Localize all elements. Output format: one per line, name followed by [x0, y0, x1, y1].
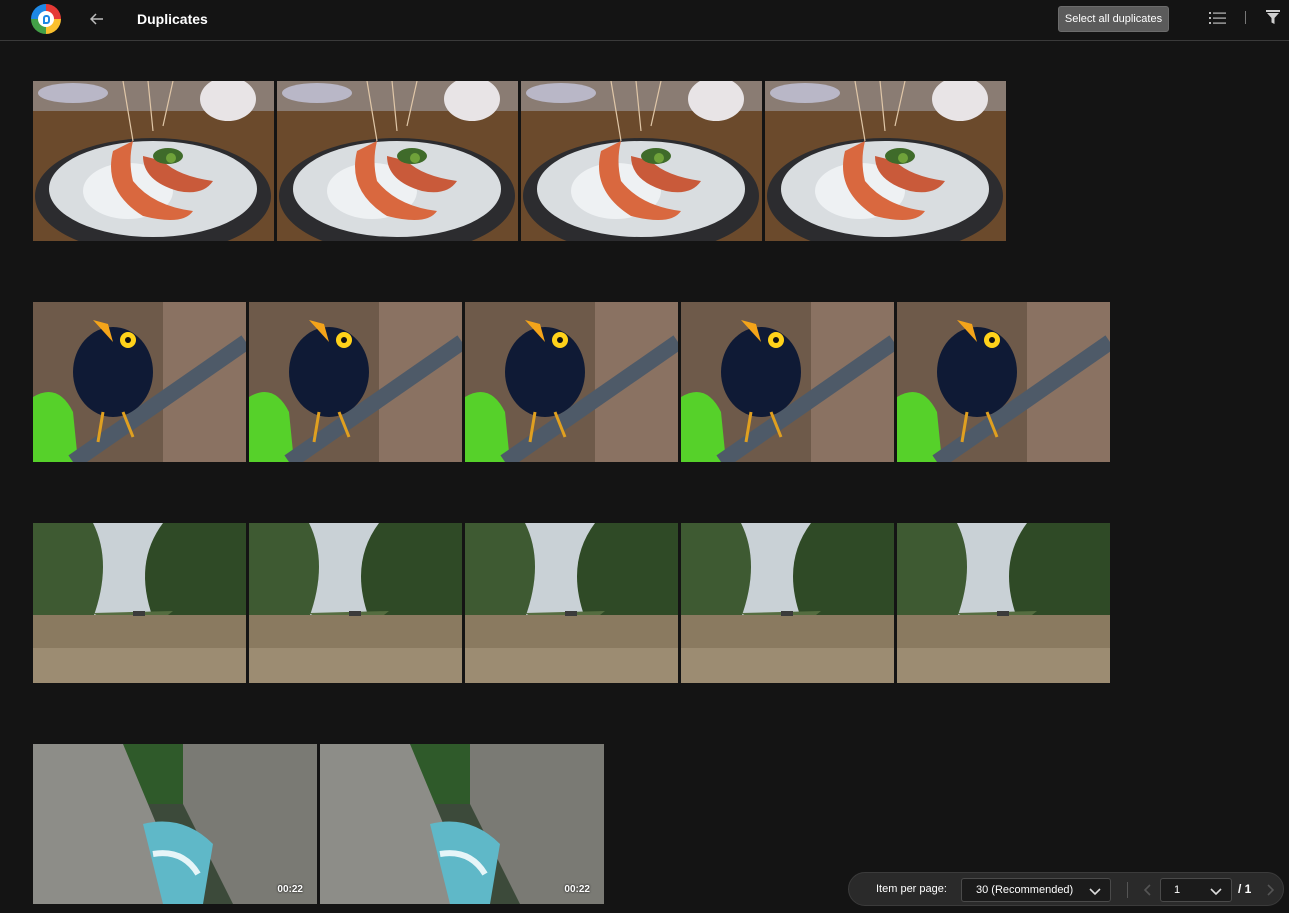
photo-thumbnail[interactable] [897, 302, 1110, 462]
chevron-left-icon [1143, 884, 1151, 896]
chevron-right-icon [1267, 884, 1275, 896]
photo-thumbnail[interactable] [249, 523, 462, 683]
gorge-video-frame [320, 744, 604, 904]
back-button[interactable] [86, 8, 108, 30]
bird-photo [897, 302, 1110, 462]
photo-thumbnail[interactable] [681, 523, 894, 683]
chevron-down-icon [1210, 888, 1222, 896]
shrimp-photo [765, 81, 1006, 241]
previous-page-button[interactable] [1141, 882, 1155, 898]
duplicate-group-gorge: 00:22 00:22 [33, 744, 604, 904]
duplicate-group-river [33, 523, 1110, 683]
video-thumbnail[interactable]: 00:22 [33, 744, 317, 904]
video-duration: 00:22 [564, 884, 590, 895]
app-logo-icon[interactable] [31, 4, 61, 34]
river-photo [249, 523, 462, 683]
gorge-video-frame [33, 744, 317, 904]
arrow-left-icon [90, 13, 103, 25]
shrimp-photo [521, 81, 762, 241]
video-duration: 00:22 [277, 884, 303, 895]
photo-thumbnail[interactable] [465, 302, 678, 462]
items-per-page-value: 30 (Recommended) [976, 884, 1074, 896]
next-page-button[interactable] [1263, 882, 1277, 898]
pager-divider [1127, 882, 1128, 898]
photo-thumbnail[interactable] [33, 302, 246, 462]
bird-photo [249, 302, 462, 462]
photo-thumbnail[interactable] [465, 523, 678, 683]
river-photo [681, 523, 894, 683]
current-page-value: 1 [1174, 884, 1181, 896]
photo-thumbnail[interactable] [765, 81, 1006, 241]
pagination-bar: Item per page: 30 (Recommended) 1 / 1 [848, 872, 1284, 906]
photo-thumbnail[interactable] [681, 302, 894, 462]
chevron-down-icon [1089, 888, 1101, 896]
river-photo [33, 523, 246, 683]
photo-thumbnail[interactable] [521, 81, 762, 241]
page-number-select[interactable]: 1 [1160, 878, 1232, 902]
photo-thumbnail[interactable] [33, 523, 246, 683]
shrimp-photo [33, 81, 274, 241]
river-photo [465, 523, 678, 683]
items-per-page-label: Item per page: [876, 883, 947, 895]
filter-icon [1266, 10, 1280, 24]
shrimp-photo [277, 81, 518, 241]
photo-thumbnail[interactable] [33, 81, 274, 241]
items-per-page-select[interactable]: 30 (Recommended) [961, 878, 1111, 902]
select-all-duplicates-button[interactable]: Select all duplicates [1058, 6, 1169, 32]
list-view-icon [1209, 12, 1226, 24]
toolbar-divider [1245, 11, 1246, 24]
top-bar: Duplicates Select all duplicates [0, 0, 1289, 41]
total-pages: / 1 [1238, 882, 1252, 896]
video-thumbnail[interactable]: 00:22 [320, 744, 604, 904]
bird-photo [465, 302, 678, 462]
river-photo [897, 523, 1110, 683]
page-title: Duplicates [137, 11, 208, 27]
photo-thumbnail[interactable] [249, 302, 462, 462]
photo-thumbnail[interactable] [277, 81, 518, 241]
photo-thumbnail[interactable] [897, 523, 1110, 683]
duplicate-group-shrimp [33, 81, 1006, 241]
bird-photo [681, 302, 894, 462]
filter-button[interactable] [1265, 9, 1281, 25]
list-view-button[interactable] [1209, 10, 1227, 26]
bird-photo [33, 302, 246, 462]
duplicate-group-bird [33, 302, 1110, 462]
